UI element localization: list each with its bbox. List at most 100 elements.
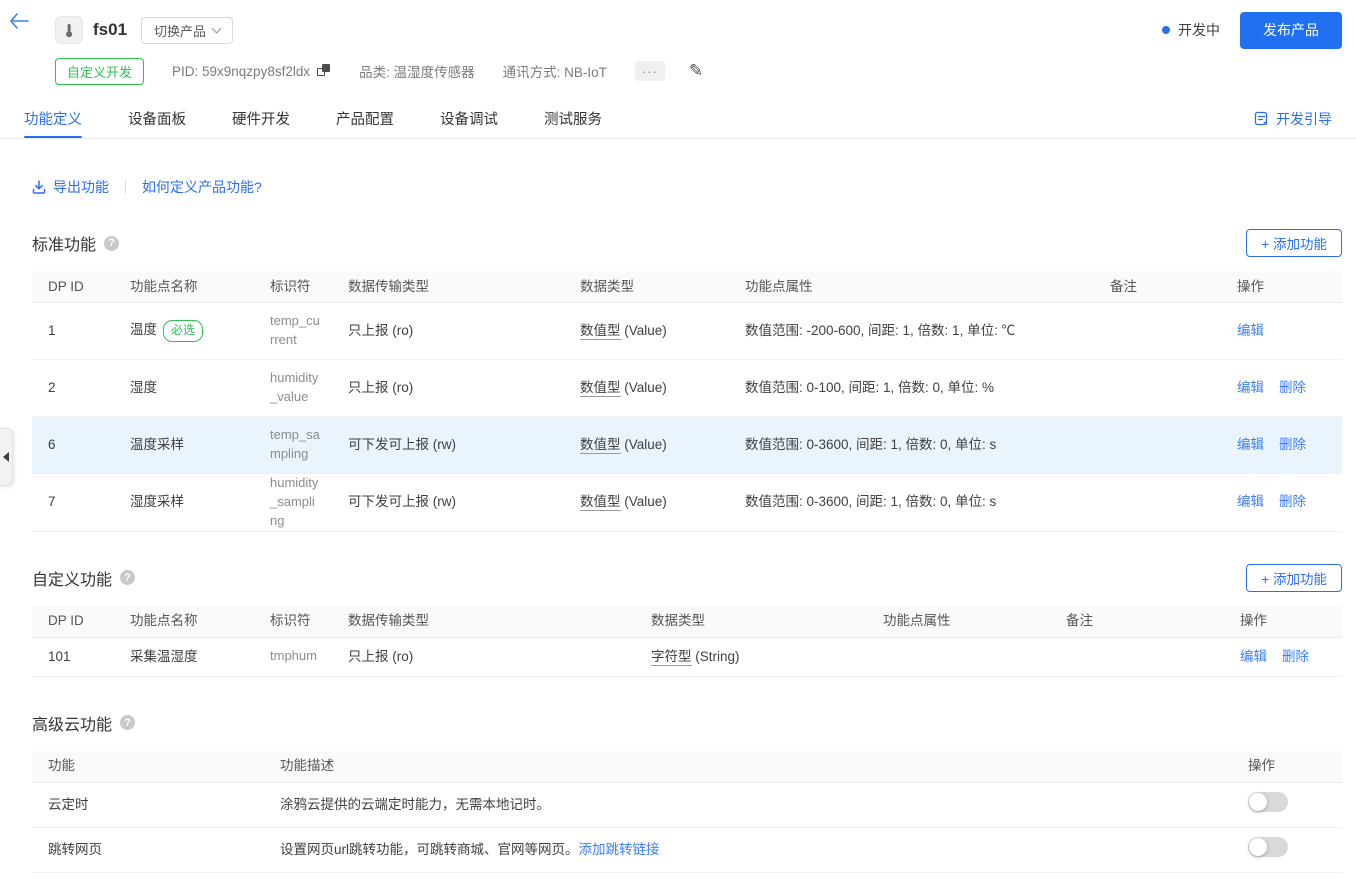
- tab-product-config[interactable]: 产品配置: [336, 99, 394, 138]
- column-header-actions: 操作: [1224, 611, 1342, 631]
- cell-transfer-type: 可下发可上报 (rw): [332, 435, 564, 455]
- edit-link[interactable]: 编辑: [1237, 435, 1264, 455]
- publish-product-button[interactable]: 发布产品: [1240, 12, 1342, 49]
- delete-link[interactable]: 删除: [1279, 378, 1306, 398]
- toggle-knob: [1249, 793, 1267, 811]
- column-header-props: 功能点属性: [729, 277, 1094, 297]
- help-icon[interactable]: ?: [120, 715, 135, 730]
- standard-functions-section: 标准功能 ? + 添加功能 DP ID 功能点名称 标识符 数据传输类型 数据类…: [32, 229, 1342, 532]
- edit-link[interactable]: 编辑: [1237, 378, 1264, 398]
- dev-guide-label: 开发引导: [1276, 109, 1332, 129]
- cloud-functions-title: 高级云功能: [32, 711, 112, 735]
- delete-link[interactable]: 删除: [1282, 647, 1309, 667]
- cell-data-type: 数值型 (Value): [564, 492, 729, 512]
- cell-function: 云定时: [32, 795, 264, 815]
- cell-actions: 编辑删除: [1221, 378, 1342, 398]
- dev-guide-link[interactable]: 开发引导: [1254, 109, 1332, 129]
- edit-pencil-icon[interactable]: ✎: [689, 61, 703, 81]
- column-header-identifier: 标识符: [254, 611, 332, 631]
- toggle-switch[interactable]: [1248, 792, 1288, 812]
- cell-properties: 数值范围: 0-3600, 间距: 1, 倍数: 0, 单位: s: [729, 435, 1094, 455]
- howto-define-link[interactable]: 如何定义产品功能?: [142, 177, 262, 197]
- arrow-left-icon: [9, 13, 29, 29]
- cell-actions: 编辑删除: [1221, 435, 1342, 455]
- cell-dp-id: 6: [32, 435, 114, 455]
- back-button[interactable]: [6, 8, 32, 34]
- cell-function-name: 温度采样: [114, 435, 254, 455]
- column-header-datatype: 数据类型: [564, 277, 729, 297]
- add-custom-function-button[interactable]: + 添加功能: [1246, 564, 1342, 592]
- help-icon[interactable]: ?: [120, 570, 135, 585]
- export-function-link[interactable]: 导出功能: [32, 177, 109, 197]
- standard-functions-title: 标准功能: [32, 231, 96, 255]
- copy-icon[interactable]: [317, 64, 331, 78]
- function-toolbar: 导出功能 如何定义产品功能?: [32, 177, 1356, 197]
- product-thumbnail: [55, 16, 83, 44]
- tab-device-panel[interactable]: 设备面板: [128, 99, 186, 138]
- cell-actions: 编辑删除: [1224, 647, 1342, 667]
- side-drawer-handle[interactable]: [0, 428, 13, 486]
- cell-actions: [1232, 792, 1342, 818]
- edit-link[interactable]: 编辑: [1240, 647, 1267, 667]
- dev-mode-tag: 自定义开发: [55, 58, 144, 85]
- edit-link[interactable]: 编辑: [1237, 492, 1264, 512]
- tab-function-definition[interactable]: 功能定义: [24, 99, 82, 138]
- cloud-functions-section: 高级云功能 ? 功能 功能描述 操作 云定时 涂鸦云提供的云端定时能力，无需本地…: [32, 709, 1342, 873]
- column-header-props: 功能点属性: [867, 611, 1050, 631]
- delete-link[interactable]: 删除: [1279, 492, 1306, 512]
- table-row: 7 湿度采样 humidity_sampling 可下发可上报 (rw) 数值型…: [32, 474, 1342, 532]
- column-header-actions: 操作: [1221, 277, 1342, 297]
- tab-device-debug[interactable]: 设备调试: [440, 99, 498, 138]
- custom-functions-title: 自定义功能: [32, 566, 112, 590]
- edit-link[interactable]: 编辑: [1237, 321, 1264, 341]
- cell-identifier: temp_current: [254, 312, 332, 350]
- cell-function-name: 温度必选: [114, 320, 254, 341]
- download-icon: [32, 180, 46, 194]
- column-header-transfer: 数据传输类型: [332, 611, 635, 631]
- add-standard-function-button[interactable]: + 添加功能: [1246, 229, 1342, 257]
- cell-dp-id: 7: [32, 492, 114, 512]
- help-icon[interactable]: ?: [104, 236, 119, 251]
- add-redirect-link[interactable]: 添加跳转链接: [579, 842, 660, 857]
- cell-transfer-type: 只上报 (ro): [332, 321, 564, 341]
- table-row: 跳转网页 设置网页url跳转功能，可跳转商城、官网等网页。添加跳转链接: [32, 828, 1342, 873]
- table-row: 6 温度采样 temp_sampling 可下发可上报 (rw) 数值型 (Va…: [32, 417, 1342, 474]
- status-dot-icon: [1162, 26, 1170, 34]
- divider: [125, 180, 126, 194]
- cell-identifier: humidity_sampling: [254, 474, 332, 531]
- cell-identifier: temp_sampling: [254, 426, 332, 464]
- table-header-row: DP ID 功能点名称 标识符 数据传输类型 数据类型 功能点属性 备注 操作: [32, 271, 1342, 303]
- cell-data-type: 字符型 (String): [635, 647, 867, 667]
- column-header-function: 功能: [32, 756, 264, 776]
- more-button[interactable]: ···: [635, 61, 665, 81]
- cell-dp-id: 101: [32, 647, 114, 667]
- cell-data-type: 数值型 (Value): [564, 321, 729, 341]
- tab-test-service[interactable]: 测试服务: [544, 99, 602, 138]
- cell-identifier: humidity_value: [254, 369, 332, 407]
- column-header-datatype: 数据类型: [635, 611, 867, 631]
- cell-function-name: 采集温湿度: [114, 647, 254, 667]
- switch-product-button[interactable]: 切换产品: [141, 17, 233, 44]
- product-category: 品类: 温湿度传感器: [359, 61, 475, 81]
- delete-link[interactable]: 删除: [1279, 435, 1306, 455]
- tab-hardware-dev[interactable]: 硬件开发: [232, 99, 290, 138]
- column-header-transfer: 数据传输类型: [332, 277, 564, 297]
- column-header-name: 功能点名称: [114, 277, 254, 297]
- comm-method: 通讯方式: NB-IoT: [503, 61, 607, 81]
- cell-transfer-type: 可下发可上报 (rw): [332, 492, 564, 512]
- cell-properties: 数值范围: 0-100, 间距: 1, 倍数: 0, 单位: %: [729, 378, 1094, 398]
- cell-data-type: 数值型 (Value): [564, 378, 729, 398]
- cell-transfer-type: 只上报 (ro): [332, 378, 564, 398]
- custom-functions-section: 自定义功能 ? + 添加功能 DP ID 功能点名称 标识符 数据传输类型 数据…: [32, 564, 1342, 677]
- standard-functions-table: DP ID 功能点名称 标识符 数据传输类型 数据类型 功能点属性 备注 操作 …: [32, 271, 1342, 532]
- toggle-switch[interactable]: [1248, 837, 1288, 857]
- table-header-row: DP ID 功能点名称 标识符 数据传输类型 数据类型 功能点属性 备注 操作: [32, 606, 1342, 638]
- cell-properties: 数值范围: -200-600, 间距: 1, 倍数: 1, 单位: ℃: [729, 321, 1094, 341]
- column-header-name: 功能点名称: [114, 611, 254, 631]
- arrow-left-icon: [3, 452, 9, 462]
- table-row: 1 温度必选 temp_current 只上报 (ro) 数值型 (Value)…: [32, 303, 1342, 360]
- column-header-remark: 备注: [1094, 277, 1221, 297]
- product-name: fs01: [93, 20, 127, 40]
- switch-product-label: 切换产品: [154, 21, 206, 40]
- guide-doc-icon: [1254, 111, 1269, 126]
